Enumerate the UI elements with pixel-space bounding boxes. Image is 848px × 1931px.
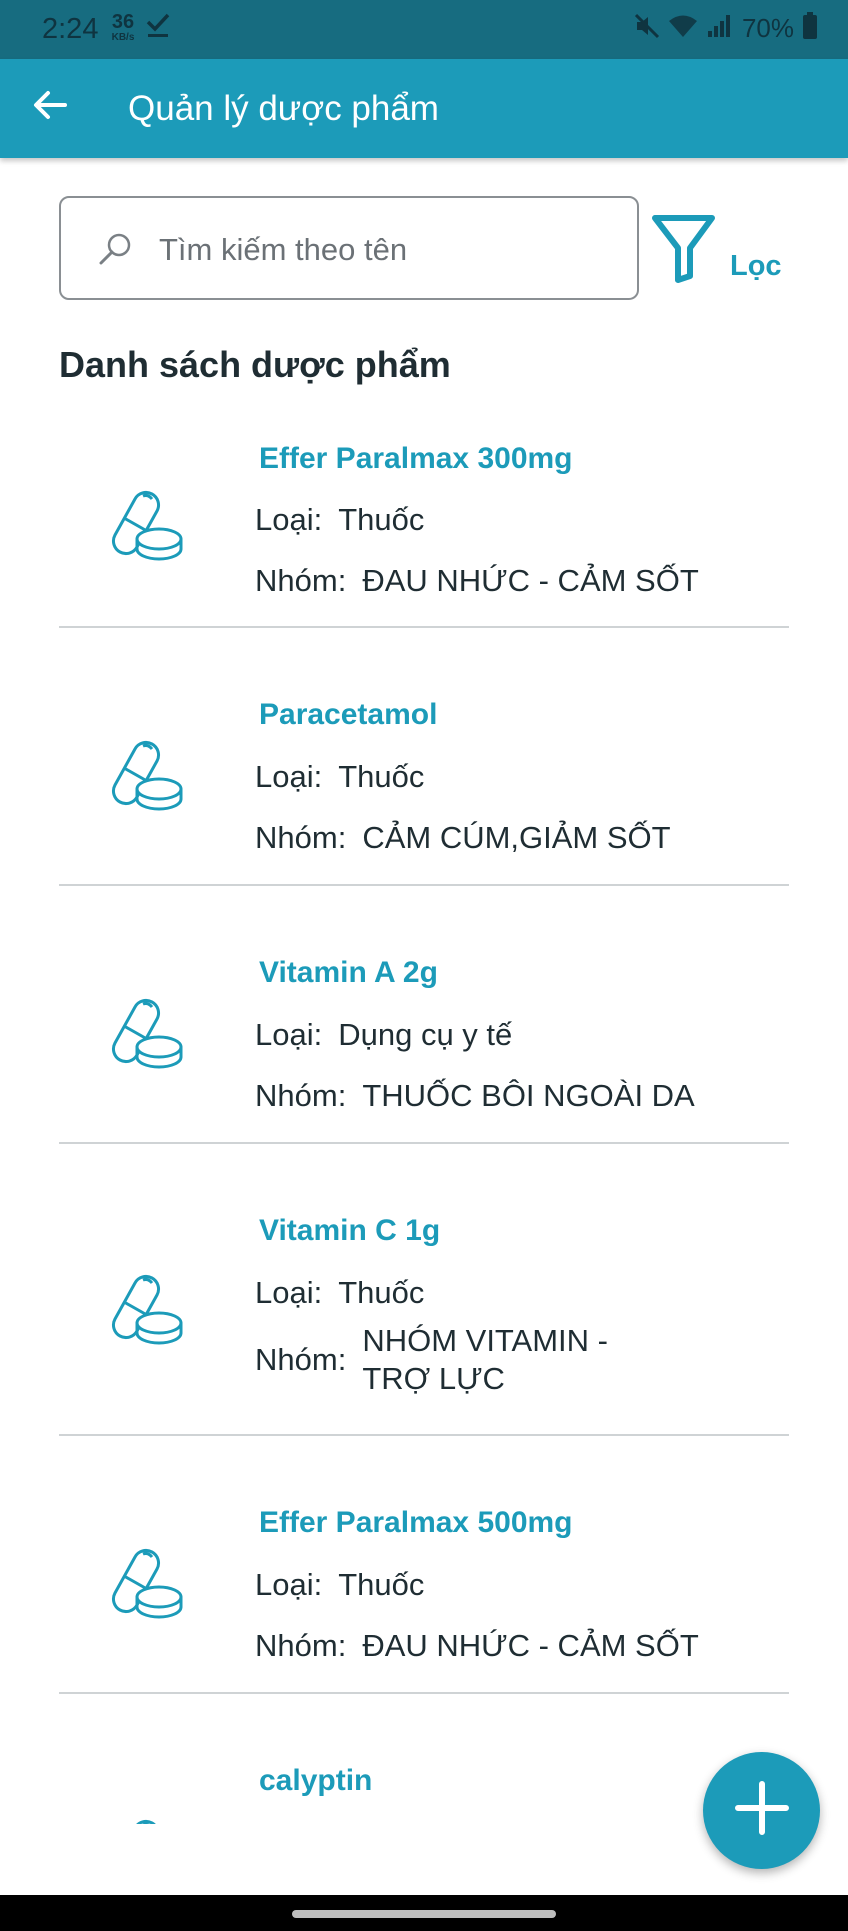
item-group-row: Nhóm: ĐAU NHỨC - CẢM SỐT: [255, 563, 699, 599]
item-name: Effer Paralmax 500mg: [259, 1506, 573, 1539]
item-group-value: THUỐC BÔI NGOÀI DA: [362, 1078, 695, 1113]
signal-icon: [706, 13, 734, 44]
medicine-list: Effer Paralmax 300mg Loại: Thuốc Nhóm: Đ…: [59, 408, 789, 1824]
status-bar: 2:24 36 KB/s 70%: [0, 0, 848, 59]
check-icon: [146, 12, 170, 45]
network-speed-unit: KB/s: [111, 32, 135, 43]
pills-icon: [107, 1543, 187, 1628]
app-bar: Quản lý dược phẩm: [0, 59, 848, 158]
item-type-label: Loại:: [255, 759, 323, 794]
list-item[interactable]: Paracetamol Loại: Thuốc Nhóm: CẢM CÚM,GI…: [59, 628, 789, 886]
list-item[interactable]: Effer Paralmax 500mg Loại: Thuốc Nhóm: Đ…: [59, 1436, 789, 1694]
battery-percent: 70%: [741, 12, 794, 43]
item-name: calyptin: [259, 1764, 373, 1797]
list-item[interactable]: calyptin: [59, 1694, 789, 1824]
item-type-value: Thuốc: [338, 759, 425, 794]
item-type-value: Dụng cụ y tế: [338, 1017, 513, 1052]
item-group-label: Nhóm:: [255, 1628, 347, 1663]
item-group-label: Nhóm:: [255, 820, 347, 855]
pills-icon: [107, 1269, 187, 1354]
section-title: Danh sách dược phẩm: [59, 344, 451, 385]
item-type-label: Loại:: [255, 1567, 323, 1602]
plus-icon: [734, 1780, 790, 1841]
item-group-label: Nhóm:: [255, 1342, 347, 1377]
system-nav-bar: [0, 1895, 848, 1931]
item-group-row: Nhóm: CẢM CÚM,GIẢM SỐT: [255, 820, 671, 856]
pills-icon: [107, 1814, 187, 1824]
pills-icon: [107, 735, 187, 820]
item-group-value: CẢM CÚM,GIẢM SỐT: [362, 820, 671, 855]
item-type-row: Loại: Thuốc: [255, 1275, 424, 1311]
item-group-label: Nhóm:: [255, 563, 347, 598]
item-type-row: Loại: Dụng cụ y tế: [255, 1017, 512, 1053]
item-type-row: Loại: Thuốc: [255, 759, 424, 795]
mute-icon: [634, 13, 660, 44]
item-name: Vitamin C 1g: [259, 1214, 441, 1247]
item-type-value: Thuốc: [338, 1567, 425, 1602]
add-button[interactable]: [703, 1752, 820, 1869]
item-group-value: ĐAU NHỨC - CẢM SỐT: [362, 1628, 699, 1663]
arrow-left-icon: [33, 90, 67, 125]
search-box[interactable]: [59, 196, 639, 300]
item-type-row: Loại: Thuốc: [255, 1567, 424, 1603]
network-speed: 36 KB/s: [108, 12, 138, 43]
status-time: 2:24: [42, 13, 99, 45]
home-gesture-handle[interactable]: [292, 1910, 556, 1918]
status-icons: 70%: [634, 11, 818, 45]
list-item[interactable]: Vitamin C 1g Loại: Thuốc Nhóm: NHÓM VITA…: [59, 1144, 789, 1436]
item-group-row: Nhóm: NHÓM VITAMIN - TRỢ LỰC: [255, 1322, 622, 1398]
item-name: Effer Paralmax 300mg: [259, 442, 573, 475]
pills-icon: [107, 485, 187, 570]
back-button[interactable]: [24, 81, 76, 133]
network-speed-value: 36: [111, 11, 135, 33]
filter-button[interactable]: Lọc: [652, 214, 782, 294]
list-item[interactable]: Effer Paralmax 300mg Loại: Thuốc Nhóm: Đ…: [59, 408, 789, 628]
item-group-value: NHÓM VITAMIN - TRỢ LỰC: [362, 1323, 608, 1396]
item-type-label: Loại:: [255, 1017, 323, 1052]
search-input[interactable]: [157, 222, 621, 278]
item-type-label: Loại:: [255, 1275, 323, 1310]
funnel-icon: [652, 214, 716, 289]
item-name: Paracetamol: [259, 698, 438, 731]
item-group-value: ĐAU NHỨC - CẢM SỐT: [362, 563, 699, 598]
item-name: Vitamin A 2g: [259, 956, 438, 989]
item-group-row: Nhóm: ĐAU NHỨC - CẢM SỐT: [255, 1628, 699, 1664]
item-group-label: Nhóm:: [255, 1078, 347, 1113]
search-icon: [98, 231, 134, 272]
wifi-icon: [668, 13, 698, 44]
item-group-row: Nhóm: THUỐC BÔI NGOÀI DA: [255, 1078, 695, 1114]
item-type-value: Thuốc: [338, 502, 425, 537]
page-title: Quản lý dược phẩm: [128, 89, 439, 128]
item-type-label: Loại:: [255, 502, 323, 537]
pills-icon: [107, 993, 187, 1078]
item-type-row: Loại: Thuốc: [255, 502, 424, 538]
item-type-value: Thuốc: [338, 1275, 425, 1310]
battery-icon: [802, 11, 818, 45]
filter-label: Lọc: [730, 250, 782, 282]
list-item[interactable]: Vitamin A 2g Loại: Dụng cụ y tế Nhóm: TH…: [59, 886, 789, 1144]
